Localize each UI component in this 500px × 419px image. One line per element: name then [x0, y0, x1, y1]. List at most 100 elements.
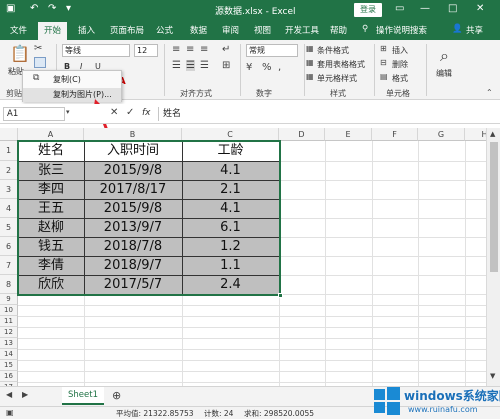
table-cell[interactable]: 2015/9/8 — [84, 199, 182, 218]
table-cell[interactable]: 张三 — [18, 161, 84, 180]
font-name-select[interactable]: 等线 — [62, 44, 130, 57]
align-center-icon[interactable]: ☰ — [186, 60, 195, 71]
table-cell[interactable]: 4.1 — [182, 161, 279, 180]
table-cell[interactable]: 李倩 — [18, 256, 84, 275]
row-header[interactable]: 7 — [0, 256, 18, 275]
ribbon-display-icon[interactable]: ▭ — [395, 3, 404, 14]
table-cell[interactable]: 2.1 — [182, 180, 279, 199]
row-header[interactable]: 2 — [0, 161, 18, 180]
formula-input[interactable]: 姓名 — [158, 107, 488, 121]
row-header[interactable]: 3 — [0, 180, 18, 199]
row-header[interactable]: 5 — [0, 218, 18, 237]
format-cells-icon[interactable]: ▤ — [380, 72, 388, 81]
column-header[interactable]: F — [372, 128, 418, 141]
tab-page-layout[interactable]: 页面布局 — [110, 24, 144, 36]
table-cell[interactable]: 6.1 — [182, 218, 279, 237]
undo-icon[interactable]: ↶ — [30, 3, 38, 14]
align-middle-icon[interactable]: ≡ — [186, 44, 194, 55]
row-header[interactable]: 4 — [0, 199, 18, 218]
table-cell[interactable]: 2.4 — [182, 275, 279, 294]
menu-item-copy[interactable]: 复制(C) — [23, 73, 121, 87]
tab-data[interactable]: 数据 — [190, 24, 207, 36]
conditional-format-button[interactable]: 条件格式 — [317, 45, 349, 56]
format-as-table-icon[interactable]: ▦ — [306, 58, 314, 67]
name-box-dropdown-icon[interactable]: ▾ — [66, 108, 70, 116]
table-cell[interactable]: 赵柳 — [18, 218, 84, 237]
cell-styles-button[interactable]: 单元格样式 — [317, 73, 357, 84]
table-cell[interactable]: 工龄 — [182, 141, 279, 161]
editing-group-label[interactable]: 编辑 — [436, 68, 452, 79]
delete-cells-icon[interactable]: ⊟ — [380, 58, 387, 67]
cell-styles-icon[interactable]: ▦ — [306, 72, 314, 81]
enter-icon[interactable]: ✓ — [126, 107, 134, 118]
column-header[interactable]: G — [418, 128, 465, 141]
conditional-format-icon[interactable]: ▦ — [306, 44, 314, 53]
paste-icon[interactable]: 📋 — [10, 44, 30, 63]
close-icon[interactable]: ✕ — [476, 3, 484, 14]
font-size-select[interactable]: 12 — [134, 44, 158, 57]
tab-help[interactable]: 帮助 — [330, 24, 347, 36]
row-header[interactable]: 14 — [0, 349, 18, 360]
merge-center-icon[interactable]: ⊞ — [222, 60, 230, 71]
search-icon[interactable]: ⚲ — [362, 24, 368, 34]
scroll-down-icon[interactable]: ▼ — [490, 372, 495, 380]
table-cell[interactable]: 钱五 — [18, 237, 84, 256]
share-button[interactable]: 共享 — [466, 24, 483, 36]
row-header[interactable]: 10 — [0, 305, 18, 316]
tab-insert[interactable]: 插入 — [78, 24, 95, 36]
column-header[interactable]: D — [279, 128, 325, 141]
align-left-icon[interactable]: ☰ — [172, 60, 181, 71]
next-sheet-icon[interactable]: ▶ — [22, 390, 28, 399]
wrap-text-icon[interactable]: ↵ — [222, 44, 230, 55]
align-bottom-icon[interactable]: ≡ — [200, 44, 208, 55]
table-cell[interactable]: 2015/9/8 — [84, 161, 182, 180]
table-cell[interactable]: 1.2 — [182, 237, 279, 256]
share-icon[interactable]: 👤 — [452, 24, 463, 34]
tab-developer[interactable]: 开发工具 — [285, 24, 319, 36]
row-header[interactable]: 13 — [0, 338, 18, 349]
collapse-ribbon-icon[interactable]: ⌃ — [486, 88, 493, 97]
row-header[interactable]: 12 — [0, 327, 18, 338]
table-cell[interactable]: 2018/9/7 — [84, 256, 182, 275]
table-cell[interactable]: 2017/8/17 — [84, 180, 182, 199]
save-icon[interactable]: ▣ — [6, 3, 15, 14]
sheet-tab-sheet1[interactable]: Sheet1 — [62, 387, 104, 405]
align-top-icon[interactable]: ≡ — [172, 44, 180, 55]
scroll-up-icon[interactable]: ▲ — [490, 130, 495, 138]
table-cell[interactable]: 2018/7/8 — [84, 237, 182, 256]
table-cell[interactable]: 2013/9/7 — [84, 218, 182, 237]
table-cell[interactable]: 姓名 — [18, 141, 84, 161]
row-header[interactable]: 16 — [0, 371, 18, 382]
percent-icon[interactable]: % — [262, 62, 272, 73]
name-box[interactable]: A1 — [3, 107, 65, 121]
delete-cells-button[interactable]: 删除 — [392, 59, 408, 70]
copy-icon[interactable] — [34, 57, 46, 68]
minimize-icon[interactable]: — — [420, 3, 430, 14]
column-header[interactable]: E — [325, 128, 372, 141]
comma-style-icon[interactable]: , — [278, 62, 281, 73]
vertical-scroll-thumb[interactable] — [490, 142, 498, 272]
cut-icon[interactable]: ✂ — [34, 43, 42, 54]
select-all-corner[interactable] — [0, 128, 18, 141]
table-cell[interactable]: 4.1 — [182, 199, 279, 218]
table-cell[interactable]: 1.1 — [182, 256, 279, 275]
table-cell[interactable]: 入职时间 — [84, 141, 182, 161]
vertical-scrollbar[interactable]: ▲ ▼ — [486, 128, 500, 386]
row-header[interactable]: 15 — [0, 360, 18, 371]
row-header[interactable]: 11 — [0, 316, 18, 327]
number-format-select[interactable]: 常规 — [246, 44, 298, 57]
insert-cells-button[interactable]: 插入 — [392, 45, 408, 56]
find-select-icon[interactable]: ⌕ — [440, 46, 449, 66]
cancel-icon[interactable]: ✕ — [110, 107, 118, 118]
row-header[interactable]: 1 — [0, 141, 18, 161]
maximize-icon[interactable]: □ — [448, 3, 457, 14]
login-button[interactable]: 登录 — [354, 3, 382, 17]
table-cell[interactable]: 李四 — [18, 180, 84, 199]
table-cell[interactable]: 2017/5/7 — [84, 275, 182, 294]
table-cell[interactable]: 王五 — [18, 199, 84, 218]
format-as-table-button[interactable]: 套用表格格式 — [317, 59, 365, 70]
tab-file[interactable]: 文件 — [10, 24, 27, 36]
tab-home[interactable]: 开始 — [38, 22, 68, 40]
prev-sheet-icon[interactable]: ◀ — [6, 390, 12, 399]
macro-record-icon[interactable]: ▣ — [6, 408, 14, 417]
